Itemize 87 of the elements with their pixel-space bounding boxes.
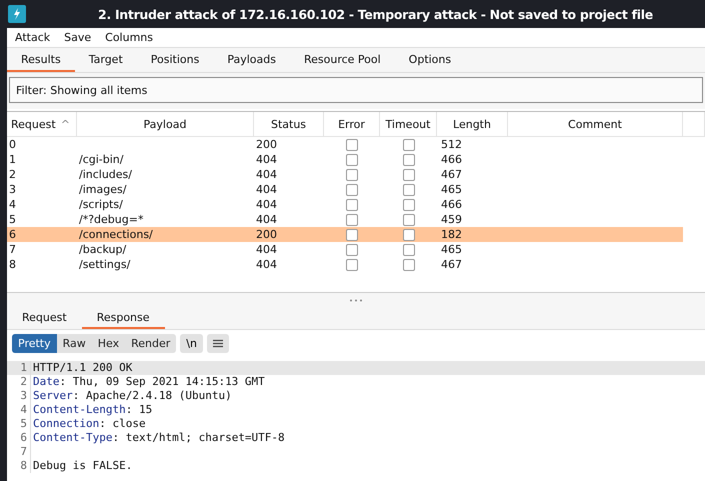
table-cell: 467 [441,257,462,272]
tab[interactable]: Resource Pool [290,48,395,72]
table-row[interactable]: 1 /cgi-bin/ 404 466 [7,152,683,167]
table-cell: /*?debug=* [79,212,144,227]
table-cell: 0 [9,137,16,152]
table-cell: 465 [441,242,462,257]
column-header[interactable]: Timeout [386,118,430,130]
code-line: Debug is FALSE. [33,459,132,473]
table-cell: 182 [441,227,462,242]
table-cell: 512 [441,137,462,152]
column-header[interactable]: Payload [144,118,186,130]
code-line: Server: Apache/2.4.18 (Ubuntu) [33,389,232,403]
table-cell: 465 [441,182,462,197]
table-row[interactable]: 0 200 512 [7,137,683,152]
column-header[interactable]: Status [270,118,306,130]
code-line: Content-Length: 15 [33,403,152,417]
table-row[interactable]: 3 /images/ 404 465 [7,182,683,197]
table-cell: 404 [256,182,277,197]
view-mode-button[interactable]: Pretty [12,334,57,353]
table-cell: 404 [256,197,277,212]
table-cell: 200 [256,227,277,242]
code-line: HTTP/1.1 200 OK [33,361,132,375]
tab[interactable]: Payloads [213,48,290,72]
table-cell: 404 [256,152,277,167]
menu-button[interactable] [206,334,229,353]
tab[interactable]: Positions [136,48,214,72]
tab[interactable]: Target [74,48,137,72]
table-cell: 7 [9,242,16,257]
table-cell: 4 [9,197,16,212]
table-cell: /includes/ [79,167,132,182]
table-row[interactable]: 8 /settings/ 404 467 [7,257,683,272]
line-number: 5 [7,417,31,431]
menu-item[interactable]: Attack [15,31,50,44]
table-row[interactable]: 6 /connections/ 200 182 [7,227,683,242]
line-number: 6 [7,431,31,445]
view-mode-button[interactable]: Hex [92,334,126,353]
table-cell: 200 [256,137,277,152]
table-row[interactable]: 2 /includes/ 404 467 [7,167,683,182]
view-mode-button[interactable]: Raw [56,334,92,353]
newline-button[interactable]: \n [180,334,203,353]
tab[interactable]: Request [7,307,82,329]
filter-bar[interactable]: Filter: Showing all items [9,77,703,103]
table-row[interactable]: 7 /backup/ 404 465 [7,242,683,257]
table-cell: /scripts/ [79,197,123,212]
table-cell: 404 [256,257,277,272]
table-cell: 459 [441,212,462,227]
menu-item[interactable]: Save [64,31,92,44]
table-cell: /images/ [79,182,126,197]
table-cell: 1 [9,152,16,167]
table-cell: 404 [256,167,277,182]
table-cell: 6 [9,227,16,242]
table-cell: /cgi-bin/ [79,152,124,167]
table-cell: /connections/ [79,227,153,242]
table-row[interactable]: 5 /*?debug=* 404 459 [7,212,683,227]
view-mode-button[interactable]: Render [125,334,176,353]
table-cell: 466 [441,152,462,167]
table-cell: 3 [9,182,16,197]
tab[interactable]: Options [394,48,466,72]
table-cell: 404 [256,212,277,227]
window-title: 2. Intruder attack of 172.16.160.102 - Temporary attack - Not saved to project file [97,6,654,22]
code-line: Date: Thu, 09 Sep 2021 14:15:13 GMT [33,375,265,389]
table-cell: 404 [256,242,277,257]
column-header[interactable]: Request [11,118,56,130]
menu-icon [212,339,223,348]
app-logo-icon [8,5,26,23]
table-cell: 5 [9,212,16,227]
table-cell: /backup/ [79,242,126,257]
table-cell: 466 [441,197,462,212]
column-header[interactable]: Comment [568,118,622,130]
table-cell: 8 [9,257,16,272]
line-number: 1 [7,361,31,375]
code-line: Connection: close [33,417,146,431]
line-number: 7 [7,445,31,459]
sort-icon: ^ [60,118,70,130]
table-cell: 467 [441,167,462,182]
line-number: 4 [7,403,31,417]
table-cell: 2 [9,167,16,182]
line-number: 8 [7,459,31,473]
code-line: Content-Type: text/html; charset=UTF-8 [33,431,285,445]
table-cell: /settings/ [79,257,130,272]
table-row[interactable]: 4 /scripts/ 404 466 [7,197,683,212]
line-number: 2 [7,375,31,389]
line-number: 3 [7,389,31,403]
grip-icon [349,298,363,302]
column-header[interactable]: Length [453,118,491,130]
menu-item[interactable]: Columns [105,31,153,44]
column-header[interactable]: Error [338,118,365,130]
